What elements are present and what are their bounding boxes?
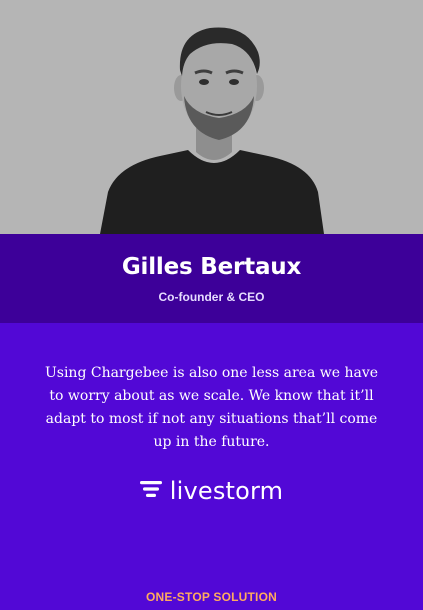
testimonial-card: Gilles Bertaux Co-founder & CEO Using Ch…: [0, 0, 423, 610]
company-logo-text: livestorm: [169, 477, 284, 505]
section-label: ONE-STOP SOLUTION: [146, 590, 277, 604]
livestorm-logo-icon: [139, 480, 162, 503]
person-photo: [0, 0, 423, 234]
quote-section: Using Chargebee is also one less area we…: [0, 323, 423, 610]
company-logo: livestorm: [0, 476, 423, 506]
person-role: Co-founder & CEO: [158, 290, 265, 304]
person-portrait-image: [0, 0, 423, 234]
name-band: Gilles Bertaux Co-founder & CEO: [0, 234, 423, 323]
testimonial-quote: Using Chargebee is also one less area we…: [44, 365, 379, 450]
person-name: Gilles Bertaux: [121, 254, 302, 280]
